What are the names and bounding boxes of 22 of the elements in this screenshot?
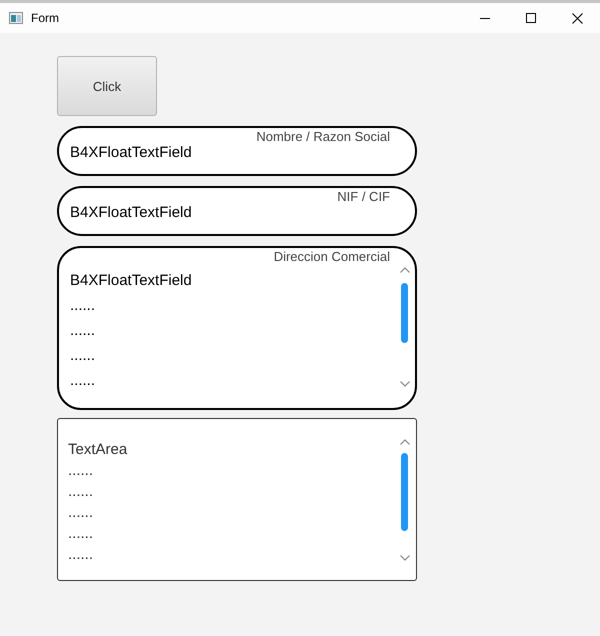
- chevron-up-icon[interactable]: [400, 439, 410, 445]
- close-icon: [572, 12, 582, 24]
- text-area[interactable]: TextArea ...... ...... ...... ...... ......: [57, 418, 417, 581]
- chevron-down-icon[interactable]: [400, 381, 410, 387]
- text-field[interactable]: Direccion Comercial B4XFloatTextField ...... ...... ...... ......: [57, 246, 417, 410]
- scrollbar-thumb[interactable]: [401, 453, 408, 531]
- click-button[interactable]: Click: [57, 56, 157, 116]
- chevron-up-icon[interactable]: [400, 267, 410, 273]
- field-label: Direccion Comercial: [274, 250, 390, 264]
- window-title: Form: [31, 11, 59, 25]
- text-field[interactable]: NIF / CIF B4XFloatTextField: [57, 186, 417, 236]
- field-label: NIF / CIF: [337, 190, 390, 204]
- text-field[interactable]: Nombre / Razon Social B4XFloatTextField: [57, 126, 417, 176]
- text-area-input[interactable]: TextArea ...... ...... ...... ...... ......: [68, 439, 398, 565]
- value-input[interactable]: B4XFloatTextField: [70, 144, 390, 162]
- chevron-down-icon[interactable]: [400, 555, 410, 561]
- value-input[interactable]: B4XFloatTextField: [70, 204, 390, 222]
- window-icon: [9, 12, 23, 24]
- field-label: Nombre / Razon Social: [256, 130, 390, 144]
- scrollbar-thumb[interactable]: [401, 283, 408, 343]
- value-input[interactable]: B4XFloatTextField ...... ...... ...... ......: [70, 268, 398, 393]
- maximize-icon: [526, 13, 536, 23]
